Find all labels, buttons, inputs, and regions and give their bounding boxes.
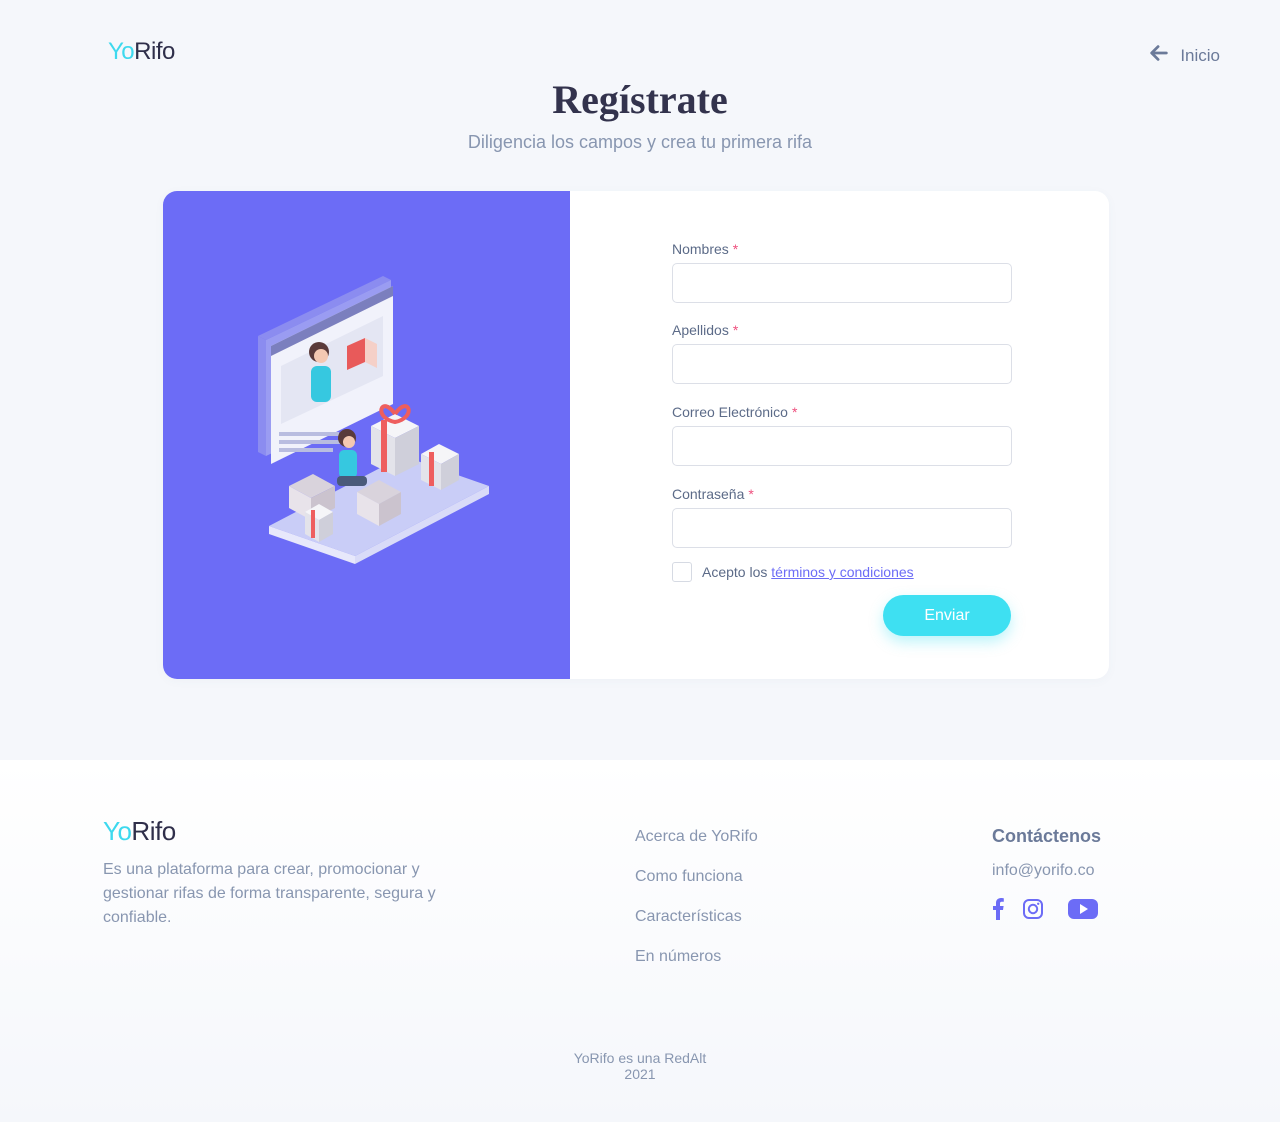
terms-row: Acepto los términos y condiciones: [672, 562, 914, 582]
footer-link-acerca[interactable]: Acerca de YoRifo: [635, 828, 758, 850]
apellidos-input[interactable]: [672, 344, 1012, 384]
logo-rifo: Rifo: [131, 816, 176, 846]
required-mark: *: [791, 404, 798, 420]
footer-link-como-funciona[interactable]: Como funciona: [635, 868, 758, 890]
youtube-icon[interactable]: [1068, 898, 1098, 920]
footer-link-caracteristicas[interactable]: Características: [635, 908, 758, 930]
correo-input[interactable]: [672, 426, 1012, 466]
terms-link[interactable]: términos y condiciones: [771, 564, 913, 580]
copyright-line-1: YoRifo es una RedAlt: [573, 1050, 707, 1066]
arrow-left-icon: [1148, 42, 1170, 69]
footer-links: Acerca de YoRifo Como funciona Caracterí…: [635, 828, 758, 988]
field-contrasena: Contraseña *: [672, 486, 1012, 548]
terms-prefix: Acepto los: [702, 564, 768, 580]
footer-description: Es una plataforma para crear, promociona…: [103, 861, 436, 926]
logo-rifo: Rifo: [134, 38, 175, 65]
footer-link-en-numeros[interactable]: En números: [635, 948, 758, 970]
required-mark: *: [732, 322, 739, 338]
register-card: Nombres * Apellidos * Correo Electrónico * …: [163, 191, 1109, 679]
nombres-input[interactable]: [672, 263, 1012, 303]
logo-yo: Yo: [108, 38, 135, 65]
contact-email[interactable]: info@yorifo.co: [992, 862, 1095, 880]
copyright: YoRifo es una RedAlt 2021: [0, 1050, 1280, 1082]
required-mark: *: [732, 241, 739, 257]
page-subtitle: Diligencia los campos y crea tu primera …: [467, 132, 813, 152]
nombres-label: Nombres *: [672, 241, 739, 257]
terms-text: Acepto los términos y condiciones: [702, 564, 914, 580]
terms-checkbox[interactable]: [672, 562, 692, 582]
field-correo: Correo Electrónico *: [672, 404, 1012, 466]
facebook-icon[interactable]: [992, 898, 1004, 920]
footer-logo[interactable]: YoRifo: [103, 816, 176, 847]
header-logo[interactable]: YoRifo: [108, 38, 175, 66]
social-links: [992, 898, 1098, 920]
logo-yo: Yo: [103, 816, 132, 846]
required-mark: *: [748, 486, 754, 502]
contact-title: Contáctenos: [992, 826, 1102, 846]
correo-label: Correo Electrónico *: [672, 404, 798, 420]
register-form: Nombres * Apellidos * Correo Electrónico * …: [570, 191, 1109, 679]
submit-button[interactable]: Enviar: [883, 595, 1011, 636]
field-apellidos: Apellidos *: [672, 322, 1012, 384]
contrasena-input[interactable]: [672, 508, 1012, 548]
apellidos-label: Apellidos *: [672, 322, 739, 338]
field-nombres: Nombres *: [672, 241, 1012, 303]
back-home-label: Inicio: [1180, 45, 1220, 65]
illustration-panel: [163, 191, 570, 679]
back-home-link[interactable]: Inicio: [1148, 42, 1220, 69]
copyright-line-2: 2021: [624, 1066, 656, 1082]
gifts-illustration: [258, 276, 489, 564]
footer: YoRifo Es una plataforma para crear, pro…: [0, 760, 1280, 1122]
instagram-icon[interactable]: [1022, 898, 1044, 920]
page-title: Regístrate: [552, 77, 728, 122]
contrasena-label: Contraseña *: [672, 486, 754, 502]
